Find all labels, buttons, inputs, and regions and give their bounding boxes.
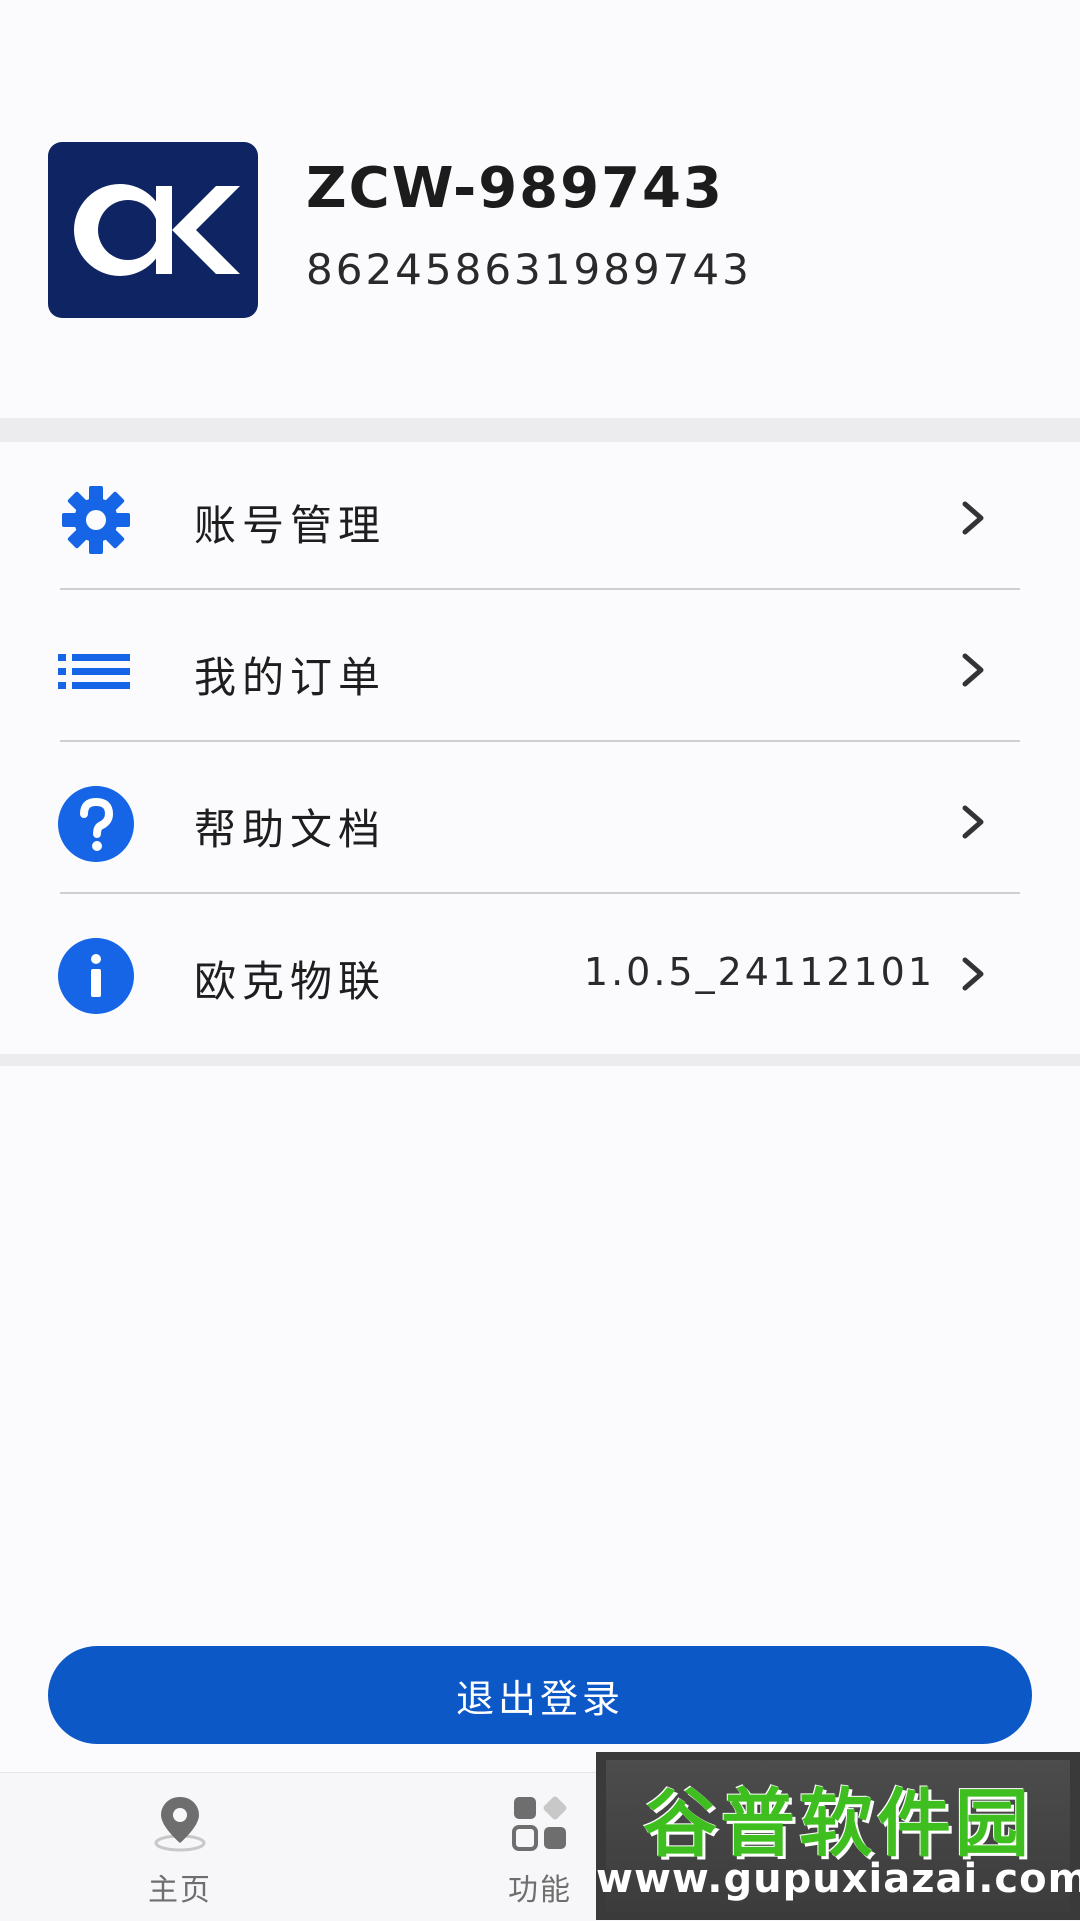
watermark-url: www.gupuxiazai.com — [596, 1856, 1080, 1902]
tab-home[interactable]: 主页 — [80, 1773, 280, 1921]
section-separator — [0, 1054, 1080, 1066]
chevron-right-icon — [955, 496, 991, 540]
chevron-right-icon — [955, 952, 991, 996]
list-icon — [56, 632, 136, 712]
chevron-right-icon — [955, 648, 991, 692]
settings-menu: 账号管理 我的订单 帮助文档 欧克物联 1.0.5_24112101 — [0, 442, 1080, 1054]
menu-item-label: 帮助文档 — [194, 805, 387, 854]
profile-header: ZCW-989743 862458631989743 — [0, 0, 1080, 418]
menu-item-orders[interactable]: 我的订单 — [0, 594, 1080, 746]
divider — [60, 892, 1020, 894]
watermark-overlay: 谷普软件园 www.gupuxiazai.com — [596, 1752, 1080, 1920]
section-separator — [0, 418, 1080, 442]
tab-label: 主页 — [148, 1873, 212, 1908]
divider — [60, 740, 1020, 742]
menu-item-account[interactable]: 账号管理 — [0, 442, 1080, 594]
user-name: ZCW-989743 — [306, 156, 724, 221]
menu-item-label: 账号管理 — [194, 501, 387, 550]
apps-grid-icon — [508, 1791, 572, 1855]
menu-item-help[interactable]: 帮助文档 — [0, 746, 1080, 898]
menu-item-about[interactable]: 欧克物联 1.0.5_24112101 — [0, 898, 1080, 1050]
app-version: 1.0.5_24112101 — [583, 950, 935, 994]
divider — [60, 588, 1020, 590]
help-icon — [56, 784, 136, 864]
user-id: 862458631989743 — [306, 245, 752, 294]
location-pin-icon — [148, 1791, 212, 1855]
gear-icon — [56, 480, 136, 560]
logout-button[interactable]: 退出登录 — [48, 1646, 1032, 1744]
menu-item-label: 我的订单 — [194, 653, 387, 702]
info-icon — [56, 936, 136, 1016]
watermark-title: 谷普软件园 — [643, 1781, 1033, 1867]
menu-item-label: 欧克物联 — [194, 957, 387, 1006]
chevron-right-icon — [955, 800, 991, 844]
ok-logo-icon — [48, 142, 258, 318]
